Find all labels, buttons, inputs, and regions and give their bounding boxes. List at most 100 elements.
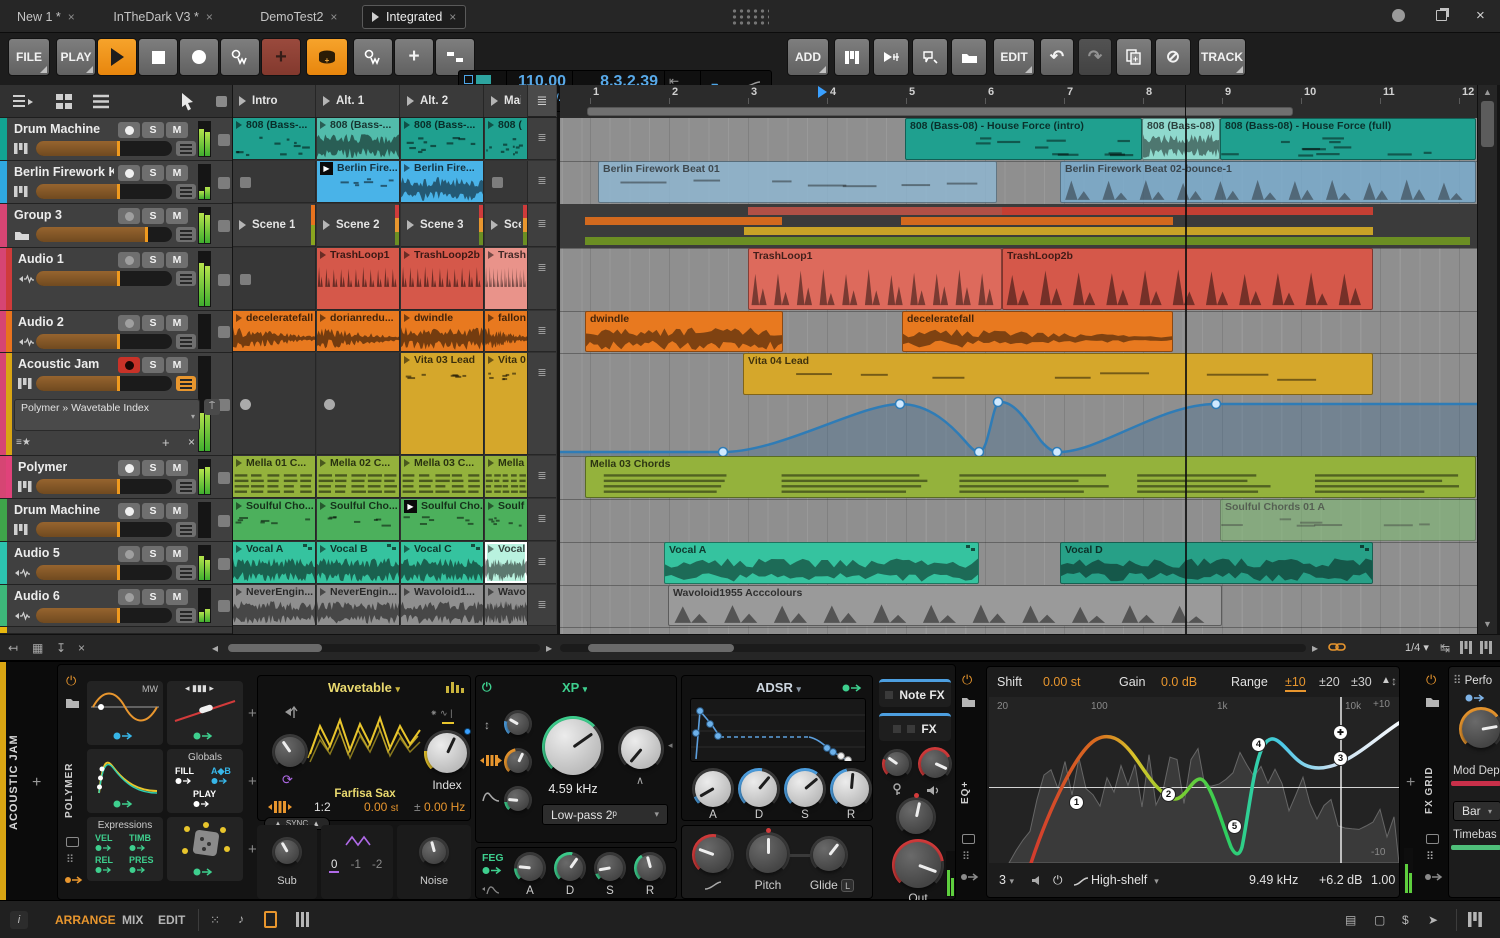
mod-random-tile[interactable] xyxy=(167,817,243,881)
scene-cell-2[interactable]: Scene 2 xyxy=(317,204,400,247)
track-header-audio-5[interactable]: Audio 5 SM xyxy=(0,542,232,585)
feg-route-icon[interactable] xyxy=(482,866,504,875)
volume-fader[interactable] xyxy=(36,522,172,537)
clip-cell[interactable]: Soulf xyxy=(485,499,528,541)
fxgrid-header[interactable]: ⠿ Perfo xyxy=(1453,673,1492,687)
feg-sustain-knob[interactable] xyxy=(594,852,626,884)
clip-play-icon[interactable] xyxy=(488,545,494,553)
clip-cell[interactable]: ▶ Soulful Cho... xyxy=(401,499,484,541)
clip-play-icon[interactable] xyxy=(320,459,326,467)
feg-attack-knob[interactable] xyxy=(514,852,546,884)
volume-fader[interactable] xyxy=(36,334,172,349)
arranger-clip[interactable]: dwindle xyxy=(585,311,783,352)
pointer-tool-icon[interactable] xyxy=(180,92,196,111)
fxgrid-timebase-select[interactable]: Bar ▾ xyxy=(1453,801,1500,821)
clip-cell[interactable]: Vocal B xyxy=(317,542,400,584)
clip-play-icon[interactable] xyxy=(320,121,326,129)
launcher-column-header-2[interactable]: Alt. 1 xyxy=(317,85,400,117)
sub-oct-0[interactable]: 0 xyxy=(329,859,340,873)
scene-cell-3[interactable]: Scene 3 xyxy=(401,204,484,247)
track-header-drum-machine[interactable]: Drum Machine S M xyxy=(0,499,232,542)
add-automation-lane-button[interactable]: + xyxy=(162,435,170,450)
clip-play-icon[interactable] xyxy=(320,588,326,596)
close-window-icon[interactable]: × xyxy=(1476,7,1485,24)
noise-tile[interactable]: Noise xyxy=(397,825,471,899)
record-button[interactable] xyxy=(179,38,219,76)
clip-play-icon[interactable] xyxy=(404,164,410,172)
dual-view-icon[interactable]: ⁙ xyxy=(210,913,220,927)
scroll-up-icon[interactable]: ▲ xyxy=(1483,87,1492,97)
clip-record-dot[interactable] xyxy=(324,399,335,410)
clip-play-icon[interactable] xyxy=(404,356,410,364)
lfo-fade-knob[interactable] xyxy=(692,834,734,876)
fxgrid-remote-display-icon[interactable] xyxy=(1426,834,1439,844)
scene-launcher-slot[interactable]: ≣ xyxy=(528,456,556,498)
clip-cell[interactable]: 808 ( xyxy=(485,118,528,160)
launcher-stop-button[interactable] xyxy=(218,557,230,570)
mute-button[interactable]: M xyxy=(166,165,188,181)
track-hierarchy-icon[interactable] xyxy=(12,93,34,110)
scene-launcher-slot[interactable]: ≣ xyxy=(528,353,556,455)
spread-knob[interactable] xyxy=(896,797,936,837)
automation-write-icon[interactable] xyxy=(220,38,260,76)
eq-updown-icon[interactable]: ↕ xyxy=(1391,674,1397,688)
feg-release-knob[interactable] xyxy=(634,852,666,884)
sub-osc-tile[interactable]: Sub xyxy=(257,825,317,899)
tab-close-icon[interactable]: × xyxy=(449,10,456,24)
clip-play-icon[interactable] xyxy=(236,502,242,510)
filter-type-select[interactable]: XP ▾ xyxy=(562,680,587,695)
clear-selection-icon[interactable]: × xyxy=(78,641,85,655)
wavetable-visual[interactable] xyxy=(306,702,424,786)
arranger-clip[interactable]: TrashLoop1 xyxy=(748,248,1002,310)
launcher-record-button[interactable]: + xyxy=(306,38,348,76)
clip-cell[interactable]: Mella 02 C... xyxy=(317,456,400,498)
arranger-clip[interactable]: Vocal A xyxy=(664,542,979,584)
volume-fader[interactable] xyxy=(36,271,172,286)
record-arm-button[interactable] xyxy=(118,315,140,331)
redo-icon[interactable]: ↷ xyxy=(1078,38,1112,76)
launcher-column-header-3[interactable]: Alt. 2 xyxy=(401,85,484,117)
track-options-button[interactable] xyxy=(176,565,196,580)
clip-play-icon[interactable] xyxy=(404,121,410,129)
volume-fader[interactable] xyxy=(36,608,172,623)
volume-fader[interactable] xyxy=(36,227,172,242)
filter-cutoff-knob[interactable] xyxy=(542,716,604,778)
unison-icons[interactable]: ⁕ ∿ | xyxy=(430,708,452,719)
project-tab-3[interactable]: DemoTest2 × xyxy=(251,5,346,29)
filter-cutoff-value[interactable]: 4.59 kHz xyxy=(536,782,610,796)
mute-button[interactable]: M xyxy=(166,589,188,605)
audio-track-icon[interactable] xyxy=(873,38,909,76)
mod-route-green-icon[interactable] xyxy=(193,731,217,741)
group-track-icon[interactable] xyxy=(951,38,987,76)
record-arm-button[interactable] xyxy=(118,546,140,562)
mix-layout-button[interactable]: MIX xyxy=(122,913,143,927)
arranger-panel-toggle[interactable] xyxy=(296,912,309,927)
clip-play-icon[interactable] xyxy=(236,588,242,596)
track-name[interactable]: Audio 5 xyxy=(14,546,60,560)
clip-cell[interactable]: Soulful Cho... xyxy=(233,499,316,541)
track-name[interactable]: Drum Machine xyxy=(14,122,100,136)
fxgrid-route-icon[interactable] xyxy=(1465,693,1489,703)
record-arm-button[interactable] xyxy=(118,357,140,373)
clip-cell[interactable]: Mella 03 C... xyxy=(401,456,484,498)
stop-all-clips-button[interactable] xyxy=(216,96,227,107)
automation-favorites-icon[interactable]: ≡★ xyxy=(16,437,31,448)
clip-cell[interactable]: Vocal C xyxy=(401,542,484,584)
clip-stop-button[interactable] xyxy=(240,176,251,188)
filter-keytrack-icon[interactable] xyxy=(480,754,502,767)
eq-mod-out-icon[interactable] xyxy=(960,872,980,882)
note-fx-button[interactable]: Note FX xyxy=(879,679,951,707)
sub-oct-1[interactable]: -1 xyxy=(351,859,361,871)
clip-cell[interactable]: Mella 01 C... xyxy=(233,456,316,498)
fx-button[interactable]: FX xyxy=(879,713,951,741)
solo-button[interactable]: S xyxy=(142,208,164,224)
polymer-mapping-icon[interactable]: ⠿ xyxy=(66,853,74,866)
eq-band-gain-value[interactable]: +6.2 dB xyxy=(1319,873,1362,887)
track-header-group-3[interactable]: Group 3 SM xyxy=(0,204,232,248)
clip-play-icon[interactable] xyxy=(488,356,494,364)
clip-play-icon[interactable] xyxy=(488,459,494,467)
record-arm-button[interactable] xyxy=(118,165,140,181)
clip-cell[interactable]: Soulful Cho... xyxy=(317,499,400,541)
scene-launcher-slot[interactable]: ≣ xyxy=(528,118,556,160)
clip-cell[interactable]: 808 (Bass-... xyxy=(401,118,484,160)
